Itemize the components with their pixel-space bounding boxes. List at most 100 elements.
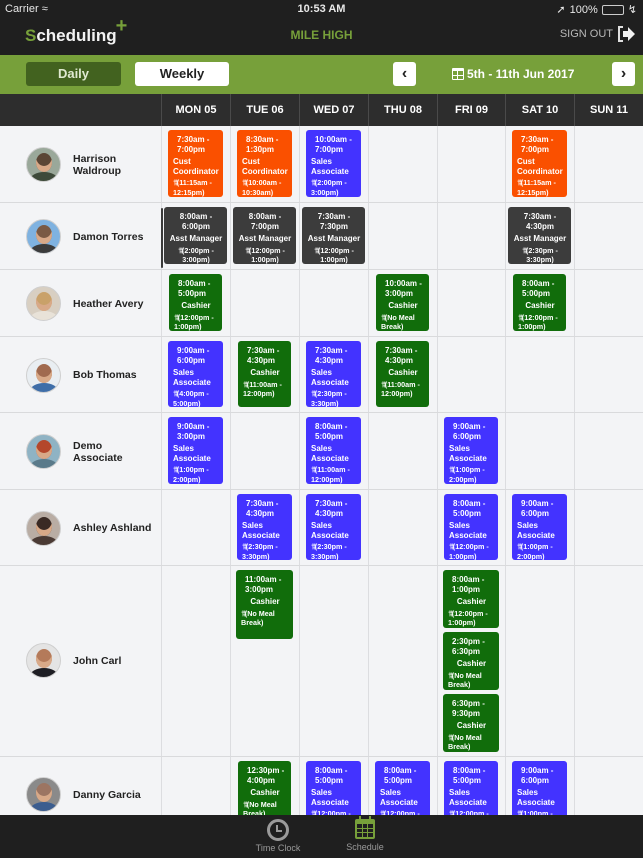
shift-time: 10:00am - 3:00pm [385,279,422,298]
shift-card[interactable]: 8:00am - 6:00pm Asst Manager †‡(2:00pm - 3… [164,207,227,264]
employee-info[interactable]: Damon Torres [26,219,153,254]
employee-info[interactable]: Harrison Waldroup [26,147,153,182]
shift-time: 8:00am - 1:00pm [452,575,485,594]
shift-card[interactable]: 7:30am - 4:30pm Cashier †‡(11:00am - 12:00… [238,341,291,407]
shift-card[interactable]: 7:30am - 4:30pm Sales Associate †‡(2:30pm … [306,341,361,407]
employee-row: Bob Thomas 9:00am - 6:00pm Sales Associate… [0,337,643,413]
employee-name: Heather Avery [73,297,144,310]
meal-break: †‡(11:00am - 12:00pm) [311,465,350,484]
schedule-grid[interactable]: Harrison Waldroup 7:30am - 7:00pm Cust Coo… [0,126,643,815]
shift-card[interactable]: 8:00am - 5:00pm Cashier †‡(12:00pm - 1:00p… [513,274,566,331]
shift-card[interactable]: 8:00am - 5:00pm Sales Associate †‡(11:00am… [306,417,361,484]
shift-time: 7:30am - 7:30pm [317,212,351,231]
avatar [26,777,61,812]
chevron-right-icon: › [620,65,627,82]
employee-info[interactable]: Bob Thomas [26,357,153,393]
shift-role: Sales Associate [242,521,280,540]
shift-role: Asst Manager [513,234,567,243]
sign-out-button[interactable]: SIGN OUT [560,26,635,42]
meal-break: †‡(No Meal Break) [448,732,482,751]
employee-info[interactable]: Ashley Ashland [26,510,153,546]
shift-card[interactable]: 8:00am - 5:00pm Sales Associate †‡(12:00pm… [444,761,498,815]
shift-card[interactable]: 10:00am - 3:00pm Cashier †‡(No Meal Break) [376,274,429,331]
employee-row: Damon Torres 8:00am - 6:00pm Asst Manager †… [0,203,643,270]
shift-card[interactable]: 7:30am - 4:30pm Sales Associate †‡(2:30pm … [237,494,292,560]
shift-card[interactable]: 10:00am - 7:00pm Sales Associate †‡(2:00pm… [306,130,361,197]
date-range[interactable]: 5th - 11th Jun 2017 [452,67,574,81]
shift-card[interactable]: 8:00am - 5:00pm Cashier †‡(12:00pm - 1:00p… [169,274,222,331]
sign-out-icon [617,26,635,42]
next-week-button[interactable]: › [612,62,635,86]
shift-time: 9:00am - 6:00pm [453,422,486,441]
shift-time: 8:00am - 5:00pm [453,499,486,518]
employee-info[interactable]: Danny Garcia [26,777,153,812]
battery-icon [601,4,624,15]
meal-break: †‡(2:00pm - 3:00pm) [178,245,214,264]
shift-card[interactable]: 8:00am - 7:00pm Asst Manager †‡(12:00pm - … [233,207,296,264]
meal-break: †‡(12:00pm - 1:00pm) [518,312,558,331]
meal-break: †‡(1:00pm - 2:00pm) [449,465,485,484]
shift-card[interactable]: 9:00am - 6:00pm Sales Associate †‡(1:00pm … [512,494,567,560]
shift-role: Sales Associate [380,788,418,807]
scroll-indicator[interactable] [161,208,163,268]
shift-role: Asst Manager [238,234,292,243]
shift-time: 7:30am - 4:30pm [385,346,418,365]
employee-row: John Carl 11:00am - 3:00pm Cashier †‡(No Me… [0,566,643,757]
shift-card[interactable]: 9:00am - 6:00pm Sales Associate †‡(4:00pm … [168,341,223,407]
shift-card[interactable]: 8:00am - 1:00pm Cashier †‡(12:00pm - 1:00p… [443,570,499,628]
shift-role: Sales Associate [311,788,349,807]
day-header-sat-10: SAT 10 [505,94,574,126]
shift-card[interactable]: 8:00am - 5:00pm Sales Associate †‡(12:00pm… [444,494,498,560]
shift-card[interactable]: 8:00am - 5:00pm Sales Associate †‡(12:00pm… [375,761,430,815]
employee-name: Demo Associate [73,439,123,464]
avatar [26,219,61,254]
shift-card[interactable]: 6:30pm - 9:30pm Cashier †‡(No Meal Break) [443,694,499,752]
shift-card[interactable]: 9:00am - 6:00pm Sales Associate †‡(1:00pm … [512,761,567,815]
meal-break: †‡(4:00pm - 5:00pm) [173,389,209,407]
employee-info[interactable]: Demo Associate [26,434,153,469]
day-header-row: MON 05 TUE 06 WED 07 THU 08 FRI 09 SAT 10 SUN … [0,94,643,126]
shift-time: 7:30am - 4:30pm [315,346,348,365]
shift-card[interactable]: 11:00am - 3:00pm Cashier †‡(No Meal Break) [236,570,293,639]
charging-icon: ↯ [627,4,637,16]
avatar [26,286,61,321]
previous-week-button[interactable]: ‹ [393,62,416,86]
shift-time: 10:00am - 7:00pm [315,135,352,154]
shift-card[interactable]: 7:30am - 7:30pm Asst Manager †‡(12:00pm - … [302,207,365,264]
shift-card[interactable]: 2:30pm - 6:30pm Cashier †‡(No Meal Break) [443,632,499,690]
shift-card[interactable]: 9:00am - 3:00pm Sales Associate †‡(1:00pm … [168,417,223,484]
employee-name: Ashley Ashland [73,522,152,534]
weekly-view-button[interactable]: Weekly [135,62,229,86]
tab-time-clock[interactable]: Time Clock [251,819,305,853]
shift-card[interactable]: 7:30am - 4:30pm Sales Associate †‡(2:30pm … [306,494,361,560]
meal-break: †‡(No Meal Break) [448,670,482,689]
shift-role: Cashier [456,659,487,668]
shift-time: 8:00am - 5:00pm [315,422,348,441]
location-arrow-icon: ➚ [556,4,566,16]
shift-card[interactable]: 7:30am - 4:30pm Asst Manager †‡(2:30pm - 3… [508,207,571,264]
employee-info[interactable]: John Carl [26,643,153,678]
shift-role: Cashier [181,301,211,310]
shift-time: 6:30pm - 9:30pm [452,699,485,718]
avatar [26,147,61,182]
day-header-tue-06: TUE 06 [230,94,299,126]
tab-schedule[interactable]: Schedule [340,816,390,852]
shift-role: Cashier [525,301,555,310]
meal-break: †‡(11:00am - 12:00pm) [243,379,282,398]
shift-card[interactable]: 7:30am - 7:00pm Cust Coordinator †‡(11:15a… [168,130,223,197]
day-header-thu-08: THU 08 [368,94,437,126]
shift-card[interactable]: 7:30am - 4:30pm Cashier †‡(11:00am - 12:00… [376,341,429,407]
shift-role: Cashier [250,597,280,606]
employee-name: Danny Garcia [73,788,141,801]
shift-card[interactable]: 8:30am - 1:30pm Cust Coordinator †‡(10:00a… [237,130,292,197]
daily-view-button[interactable]: Daily [26,62,121,86]
shift-card[interactable]: 12:30pm - 4:00pm Cashier †‡(No Meal Break) [238,761,291,815]
shift-card[interactable]: 9:00am - 6:00pm Sales Associate †‡(1:00pm … [444,417,498,484]
shift-time: 7:30am - 4:30pm [523,212,557,231]
shift-card[interactable]: 7:30am - 7:00pm Cust Coordinator †‡(11:15a… [512,130,567,197]
employee-info[interactable]: Heather Avery [26,286,153,321]
shift-card[interactable]: 8:00am - 5:00pm Sales Associate †‡(12:00pm… [306,761,361,815]
shift-time: 8:00am - 5:00pm [384,766,417,785]
shift-time: 8:00am - 5:00pm [315,766,348,785]
meal-break: †‡(2:30pm - 3:30pm) [311,389,347,407]
